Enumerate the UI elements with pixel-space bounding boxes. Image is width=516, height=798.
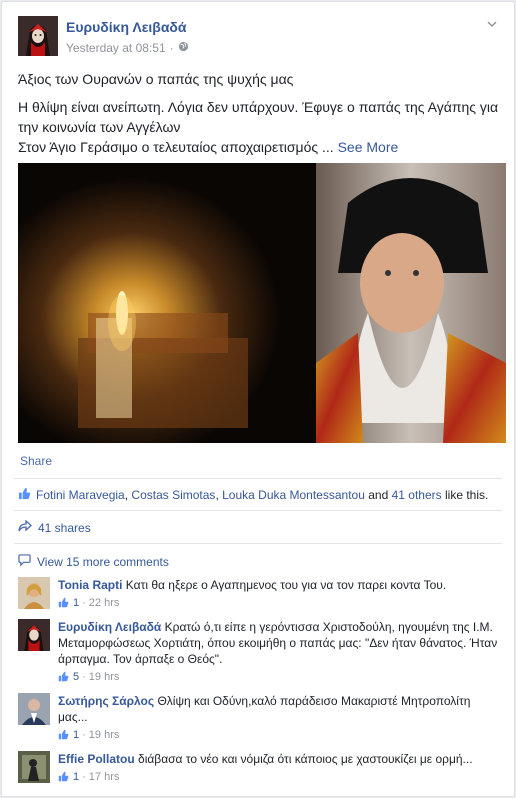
liker-name[interactable]: Louka Duka Montessantou bbox=[222, 488, 365, 502]
likes-others-link[interactable]: 41 others bbox=[392, 488, 442, 502]
comment-time[interactable]: 19 hrs bbox=[89, 727, 120, 743]
comment-like-count[interactable]: 1 bbox=[73, 769, 79, 785]
post-text: Άξιος των Ουρανών ο παπάς της ψυχής μας … bbox=[18, 69, 502, 157]
comment-body: Tonia Rapti Κατι θα ηξερε ο Αγαπημενος τ… bbox=[58, 577, 500, 611]
comment-meta-separator: · bbox=[82, 597, 86, 609]
comment-like-count[interactable]: 1 bbox=[73, 727, 79, 743]
likes-summary: Fotini Maravegia, Costas Simotas, Louka … bbox=[18, 487, 502, 503]
comment-text: διάβασα το νέο και νόμιζα ότι κάποιος με… bbox=[138, 752, 473, 766]
comment-like-icon[interactable] bbox=[58, 597, 70, 609]
comment-item: Ευρυδίκη Λειβαδά Κρατώ ό,τι είπε η γερόν… bbox=[18, 619, 500, 687]
comment-text: Κατι θα ηξερε ο Αγαπημενος του για να το… bbox=[125, 578, 447, 592]
meta-separator: · bbox=[169, 41, 174, 55]
commenter-avatar[interactable] bbox=[18, 619, 50, 651]
post-ellipsis: ... bbox=[322, 139, 334, 155]
comment-time[interactable]: 17 hrs bbox=[89, 769, 120, 785]
globe-icon bbox=[178, 41, 189, 55]
liker-separator: , bbox=[215, 488, 219, 502]
likes-and: and bbox=[368, 488, 389, 502]
post-photo[interactable] bbox=[18, 163, 506, 443]
post-card: Ευρυδίκη Λειβαδά Yesterday at 08:51 · Άξ… bbox=[1, 1, 515, 797]
commenter-avatar[interactable] bbox=[18, 577, 50, 609]
comment-item: Σωτήρης Σάρλος Θλίψη και Οδύνη,καλό παρά… bbox=[18, 693, 500, 743]
comment-item: Tonia Rapti Κατι θα ηξερε ο Αγαπημενος τ… bbox=[18, 577, 500, 613]
like-thumb-icon bbox=[18, 487, 31, 503]
comment-like-count[interactable]: 5 bbox=[73, 669, 79, 685]
comment-time[interactable]: 22 hrs bbox=[89, 595, 120, 611]
comment-meta: 5 · 19 hrs bbox=[58, 669, 500, 685]
comment-meta: 1 · 19 hrs bbox=[58, 727, 500, 743]
post-line-3: Στον Άγιο Γεράσιμο ο τελευταίος αποχαιρε… bbox=[18, 137, 502, 157]
commenter-name[interactable]: Ευρυδίκη Λειβαδά bbox=[58, 620, 161, 634]
see-more-link[interactable]: See More bbox=[338, 139, 399, 155]
comment-meta: 1 · 17 hrs bbox=[58, 769, 500, 785]
liker-name[interactable]: Costas Simotas bbox=[131, 488, 215, 502]
post-header: Ευρυδίκη Λειβαδά Yesterday at 08:51 · bbox=[18, 16, 504, 60]
comment-body: Ευρυδίκη Λειβαδά Κρατώ ό,τι είπε η γερόν… bbox=[58, 619, 500, 685]
view-more-comments-label: View 15 more comments bbox=[37, 554, 169, 569]
view-more-comments-link[interactable]: View 15 more comments bbox=[18, 554, 169, 569]
post-timestamp[interactable]: Yesterday at 08:51 bbox=[66, 41, 166, 55]
comment-like-icon[interactable] bbox=[58, 729, 70, 741]
comment-like-count[interactable]: 1 bbox=[73, 595, 79, 611]
comment-like-icon[interactable] bbox=[58, 771, 70, 783]
comment-bubble-icon bbox=[18, 554, 31, 569]
post-options-chevron-icon[interactable] bbox=[484, 18, 500, 34]
commenter-avatar[interactable] bbox=[18, 693, 50, 725]
comment-time[interactable]: 19 hrs bbox=[89, 669, 120, 685]
comment-meta-separator: · bbox=[82, 771, 86, 783]
comment-body: Effie Pollatou διάβασα το νέο και νόμιζα… bbox=[58, 751, 500, 785]
commenter-name[interactable]: Tonia Rapti bbox=[58, 578, 122, 592]
post-meta: Yesterday at 08:51 · bbox=[66, 41, 189, 55]
comment-meta: 1 · 22 hrs bbox=[58, 595, 500, 611]
shares-link[interactable]: 41 shares bbox=[18, 519, 91, 535]
liker-separator: , bbox=[124, 488, 129, 502]
commenter-name[interactable]: Σωτήρης Σάρλος bbox=[58, 694, 154, 708]
post-line-2: Η θλίψη είναι ανείπωτη. Λόγια δεν υπάρχο… bbox=[18, 99, 499, 135]
comment-item: Effie Pollatou διάβασα το νέο και νόμιζα… bbox=[18, 751, 500, 787]
divider bbox=[14, 543, 502, 544]
share-button[interactable]: Share bbox=[20, 454, 52, 468]
comment-meta-separator: · bbox=[82, 671, 86, 683]
divider bbox=[14, 510, 502, 511]
comment-meta-separator: · bbox=[82, 729, 86, 741]
commenter-avatar[interactable] bbox=[18, 751, 50, 783]
shares-count: 41 shares bbox=[38, 520, 91, 535]
share-arrow-icon bbox=[18, 519, 32, 535]
author-name[interactable]: Ευρυδίκη Λειβαδά bbox=[66, 19, 187, 35]
comment-body: Σωτήρης Σάρλος Θλίψη και Οδύνη,καλό παρά… bbox=[58, 693, 500, 743]
liker-name[interactable]: Fotini Maravegia bbox=[36, 488, 125, 502]
post-line-3-text: Στον Άγιο Γεράσιμο ο τελευταίος αποχαιρε… bbox=[18, 139, 319, 155]
commenter-name[interactable]: Effie Pollatou bbox=[58, 752, 135, 766]
divider bbox=[14, 478, 502, 479]
comment-like-icon[interactable] bbox=[58, 671, 70, 683]
post-line-1: Άξιος των Ουρανών ο παπάς της ψυχής μας bbox=[18, 71, 294, 87]
author-avatar[interactable] bbox=[18, 16, 58, 56]
likes-suffix: like this. bbox=[445, 488, 489, 502]
